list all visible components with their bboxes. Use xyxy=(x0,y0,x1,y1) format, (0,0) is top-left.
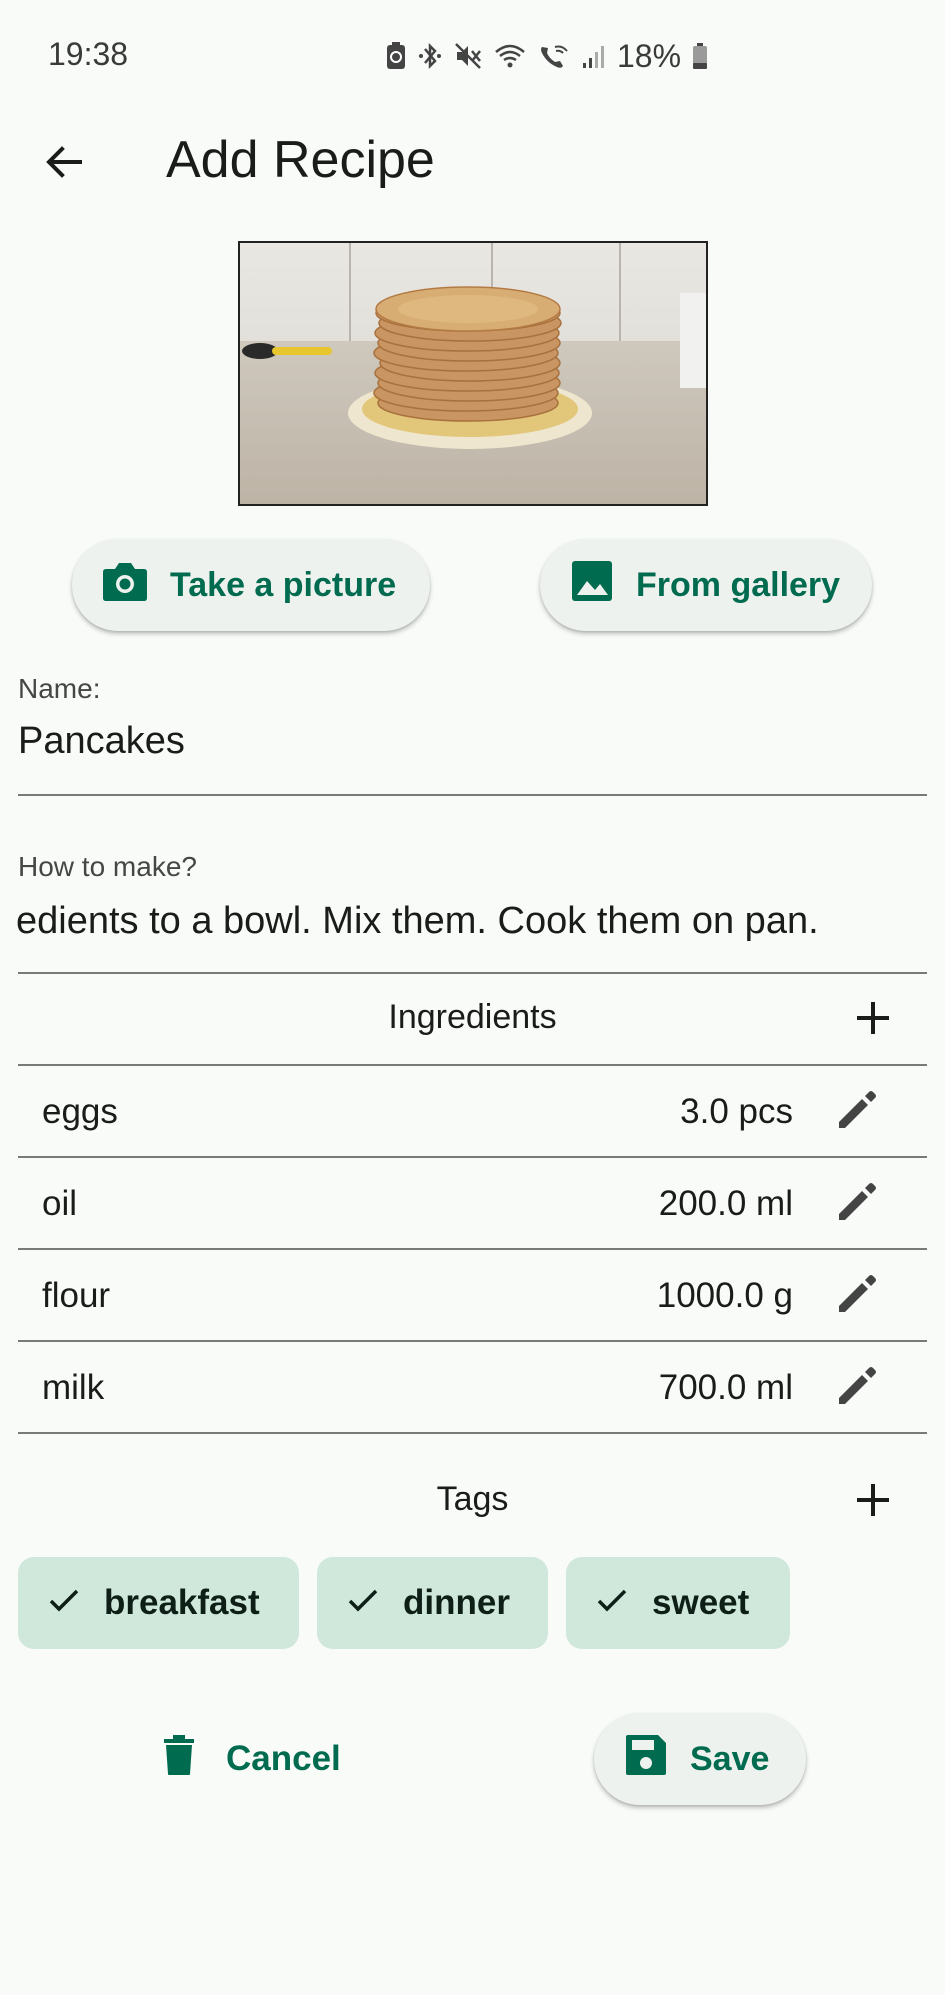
ingredient-row: milk 700.0 ml xyxy=(18,1342,927,1434)
battery-saver-icon xyxy=(385,41,407,71)
wifi-calling-icon xyxy=(537,41,571,71)
edit-ingredient-button[interactable] xyxy=(829,1084,885,1140)
status-time: 19:38 xyxy=(48,36,129,72)
ingredient-row: eggs 3.0 pcs xyxy=(18,1066,927,1158)
battery-percent: 18% xyxy=(617,37,682,74)
tag-chip-sweet[interactable]: sweet xyxy=(566,1557,790,1649)
page-title: Add Recipe xyxy=(166,131,435,189)
plus-icon xyxy=(853,1480,893,1525)
ingredient-quantity: 1000.0 g xyxy=(656,1276,793,1315)
tag-label: sweet xyxy=(652,1583,750,1622)
recipe-photo xyxy=(238,241,708,506)
tag-label: dinner xyxy=(403,1583,510,1622)
save-button[interactable]: Save xyxy=(594,1713,806,1805)
edit-ingredient-button[interactable] xyxy=(829,1268,885,1324)
ingredient-name: milk xyxy=(42,1368,105,1407)
trash-icon xyxy=(162,1734,196,1785)
pencil-icon xyxy=(835,1088,879,1137)
ingredient-name: eggs xyxy=(42,1092,118,1131)
plus-icon xyxy=(853,998,893,1043)
from-gallery-button[interactable]: From gallery xyxy=(540,539,872,631)
ingredient-quantity: 200.0 ml xyxy=(658,1184,793,1223)
edit-ingredient-button[interactable] xyxy=(829,1176,885,1232)
mute-icon xyxy=(453,41,483,71)
pencil-icon xyxy=(835,1364,879,1413)
name-field-label: Name: xyxy=(18,673,101,704)
tag-chip-breakfast[interactable]: breakfast xyxy=(18,1557,299,1649)
ingredient-name: oil xyxy=(42,1184,78,1223)
take-picture-label: Take a picture xyxy=(170,565,397,604)
ingredients-header: Ingredients xyxy=(18,974,927,1066)
signal-icon xyxy=(581,41,607,71)
ingredient-quantity: 3.0 pcs xyxy=(680,1092,793,1131)
image-icon xyxy=(570,559,614,612)
tags-title: Tags xyxy=(436,1480,509,1518)
camera-icon xyxy=(102,560,148,611)
bluetooth-icon xyxy=(417,41,443,71)
from-gallery-label: From gallery xyxy=(636,565,841,604)
arrow-back-icon xyxy=(42,140,86,189)
cancel-button[interactable]: Cancel xyxy=(150,1713,370,1805)
tag-chip-dinner[interactable]: dinner xyxy=(317,1557,548,1649)
check-icon xyxy=(48,1583,80,1623)
back-button[interactable] xyxy=(28,128,100,200)
pencil-icon xyxy=(835,1180,879,1229)
take-picture-button[interactable]: Take a picture xyxy=(72,539,430,631)
save-label: Save xyxy=(690,1739,770,1778)
tags-header: Tags xyxy=(18,1456,927,1548)
add-tag-button[interactable] xyxy=(839,1468,907,1536)
status-bar: 19:38 18% xyxy=(0,0,945,110)
add-ingredient-button[interactable] xyxy=(839,986,907,1054)
name-field-underline xyxy=(18,794,927,796)
status-icons: 18% xyxy=(385,36,709,76)
check-icon xyxy=(347,1583,379,1623)
save-icon xyxy=(624,1733,668,1786)
pencil-icon xyxy=(835,1272,879,1321)
battery-icon xyxy=(691,41,709,71)
wifi-icon xyxy=(493,41,527,71)
name-field-value: Pancakes xyxy=(18,720,185,762)
ingredients-title: Ingredients xyxy=(388,998,557,1036)
ingredient-row: flour 1000.0 g xyxy=(18,1250,927,1342)
check-icon xyxy=(596,1583,628,1623)
ingredient-quantity: 700.0 ml xyxy=(658,1368,793,1407)
edit-ingredient-button[interactable] xyxy=(829,1360,885,1416)
app-bar: Add Recipe xyxy=(0,110,945,210)
cancel-label: Cancel xyxy=(226,1739,341,1778)
how-to-make-value: edients to a bowl. Mix them. Cook them o… xyxy=(16,900,819,942)
ingredient-name: flour xyxy=(42,1276,111,1315)
tag-label: breakfast xyxy=(104,1583,260,1622)
ingredient-row: oil 200.0 ml xyxy=(18,1158,927,1250)
how-to-make-label: How to make? xyxy=(18,851,197,882)
